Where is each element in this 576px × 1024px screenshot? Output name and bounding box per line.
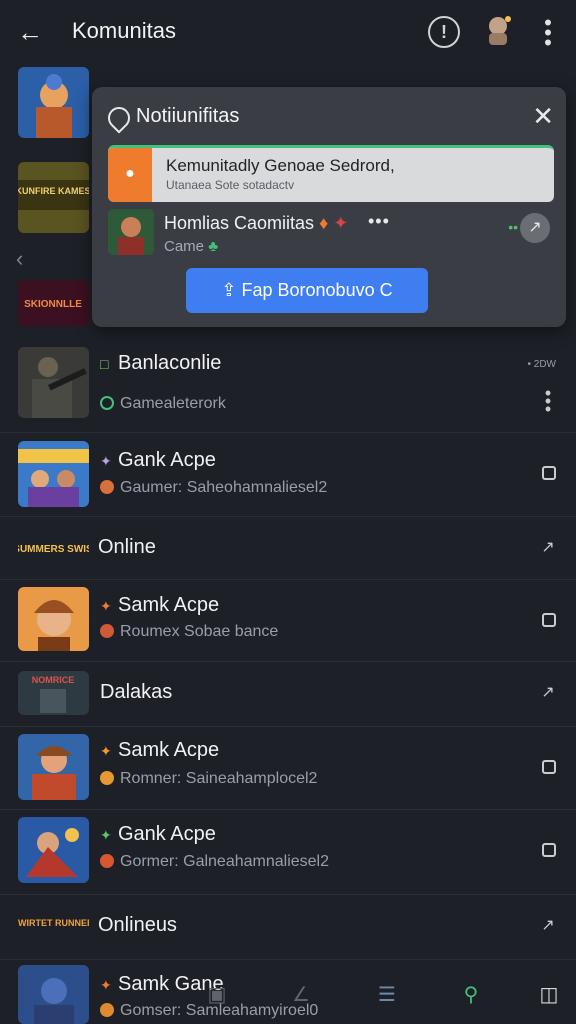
arrow-up-right-icon[interactable]: ↗ bbox=[540, 918, 556, 934]
row-tag: • 2DW bbox=[527, 359, 556, 370]
sparkle-icon: ✦ bbox=[100, 743, 112, 759]
share-icon[interactable]: ↗ bbox=[520, 213, 550, 243]
info-icon[interactable]: ! bbox=[428, 16, 460, 48]
thumb-label: TWIRTET RUNNER bbox=[18, 918, 89, 928]
list-item[interactable]: ✦ Samk Acpe Romner: Saineahamplocel2 bbox=[0, 726, 576, 810]
app-bar: ← Komunitas ! • • • bbox=[0, 0, 576, 64]
profile-nav-icon[interactable]: ◫ bbox=[536, 982, 562, 1008]
list-item[interactable]: ✦ Gank Acpe Gormer: Galneahamnaliesel2 bbox=[0, 809, 576, 895]
message-icon[interactable] bbox=[542, 843, 556, 857]
star-icon: ✦ bbox=[333, 213, 349, 233]
community-thumb: TWIRTET RUNNER bbox=[18, 904, 89, 948]
more-vertical-icon[interactable]: • • • bbox=[538, 12, 558, 54]
row-subtitle: Gamealeterork bbox=[100, 395, 226, 413]
community-thumb: SUMMERS SWIS bbox=[18, 530, 89, 566]
message-icon[interactable] bbox=[542, 613, 556, 627]
explore-nav-icon[interactable]: ∠ bbox=[288, 982, 314, 1008]
community-thumb bbox=[18, 587, 89, 651]
close-icon[interactable]: ✕ bbox=[532, 101, 554, 132]
game-badge-icon bbox=[100, 624, 114, 638]
row-subtitle: Gaumer: Saheohamnaliesel2 bbox=[100, 479, 327, 497]
sparkle-icon: ✦ bbox=[100, 598, 112, 614]
home-nav-icon[interactable]: ▣ bbox=[204, 982, 230, 1008]
community-thumb bbox=[18, 734, 89, 800]
arrow-up-right-icon[interactable]: ↗ bbox=[540, 685, 556, 701]
row-title: ✦ Samk Acpe bbox=[100, 594, 220, 616]
game-badge-icon bbox=[100, 854, 114, 868]
community-thumb bbox=[18, 441, 89, 507]
row-title: □ Banlaconlie bbox=[100, 352, 222, 374]
notification-panel: Notiiunifitas ✕ ● Kemunitadly Genoae Sed… bbox=[92, 87, 566, 327]
community-thumb[interactable] bbox=[18, 67, 89, 138]
list-nav-icon[interactable]: ☰ bbox=[374, 982, 400, 1008]
notification-avatar bbox=[108, 209, 154, 255]
banner-subtext: Utanaea Sote sotadactv bbox=[166, 178, 295, 192]
message-icon[interactable] bbox=[542, 760, 556, 774]
game-badge-icon bbox=[100, 480, 114, 494]
list-item[interactable]: NOMRICE Dalakas ↗ bbox=[0, 661, 576, 727]
alert-icon: ● bbox=[108, 148, 152, 202]
community-thumb[interactable]: KUNFIRE KAMES bbox=[18, 162, 89, 233]
thumb-label: SKIONNLLE bbox=[24, 299, 82, 310]
row-title: Dalakas bbox=[100, 681, 173, 703]
thumb-label: SUMMERS SWIS bbox=[18, 544, 89, 555]
notification-banner[interactable]: ● Kemunitadly Genoae Sedrord, Utanaea So… bbox=[108, 145, 554, 202]
sparkle-icon: ✦ bbox=[100, 827, 112, 843]
row-subtitle: Roumex Sobae bance bbox=[100, 623, 278, 641]
badge-icon: □ bbox=[100, 356, 109, 372]
row-title: ✦ Gank Acpe bbox=[100, 823, 216, 845]
banner-text: Kemunitadly Genoae Sedrord, bbox=[166, 156, 395, 175]
back-arrow-icon[interactable]: ← bbox=[14, 16, 46, 48]
more-vertical-icon[interactable]: • • • bbox=[540, 384, 556, 418]
search-nav-icon[interactable]: ⚲ bbox=[458, 982, 484, 1008]
notification-title: Notiiunifitas bbox=[136, 105, 240, 127]
row-title: Onlineus bbox=[98, 914, 177, 936]
lock-icon: ⇪ bbox=[221, 280, 237, 300]
more-horizontal-icon[interactable]: ••• bbox=[368, 211, 390, 232]
game-badge-icon bbox=[100, 771, 114, 785]
sparkle-icon: ✦ bbox=[100, 453, 112, 469]
row-subtitle: Romner: Saineahamplocel2 bbox=[100, 770, 317, 788]
list-item[interactable]: TWIRTET RUNNER Onlineus ↗ bbox=[0, 894, 576, 960]
flame-icon: ♦ bbox=[319, 213, 329, 233]
page-title: Komunitas bbox=[72, 18, 176, 43]
row-subtitle: Gormer: Galneahamnaliesel2 bbox=[100, 853, 329, 871]
community-thumb: NOMRICE bbox=[18, 671, 89, 715]
row-title: ✦ Samk Acpe bbox=[100, 739, 220, 761]
list-item[interactable]: ✦ Samk Acpe Roumex Sobae bance bbox=[0, 579, 576, 662]
bottom-navigation: ▣ ∠ ☰ ⚲ ◫ bbox=[0, 968, 576, 1024]
chevron-left-icon[interactable]: ‹ bbox=[16, 246, 23, 272]
message-icon[interactable] bbox=[542, 466, 556, 480]
list-item[interactable]: □ Banlaconlie Gamealeterork • 2DW • • • bbox=[0, 343, 576, 433]
notification-item-game: Came ♣ bbox=[164, 238, 219, 255]
list-item[interactable]: SUMMERS SWIS Online ↗ bbox=[0, 516, 576, 580]
typing-dots-icon: •• bbox=[508, 219, 518, 235]
profile-avatar[interactable] bbox=[482, 14, 514, 48]
community-thumb[interactable]: SKIONNLLE bbox=[18, 280, 89, 326]
list-item[interactable]: ✦ Gank Acpe Gaumer: Saheohamnaliesel2 bbox=[0, 432, 576, 517]
community-thumb bbox=[18, 347, 89, 418]
ring-icon bbox=[100, 396, 114, 410]
community-thumb bbox=[18, 817, 89, 883]
arrow-up-right-icon[interactable]: ↗ bbox=[540, 540, 556, 556]
row-title: Online bbox=[98, 536, 156, 558]
thumb-label: KUNFIRE KAMES bbox=[18, 186, 89, 196]
leaf-icon: ♣ bbox=[208, 238, 219, 255]
thumb-label: NOMRICE bbox=[32, 675, 75, 685]
location-pin-icon bbox=[103, 102, 135, 134]
row-title: ✦ Gank Acpe bbox=[100, 449, 216, 471]
primary-action-button[interactable]: ⇪ Fap Boronobuvo C bbox=[186, 268, 428, 313]
notification-item-name: Homlias Caomiitas ♦ ✦ bbox=[164, 213, 349, 233]
